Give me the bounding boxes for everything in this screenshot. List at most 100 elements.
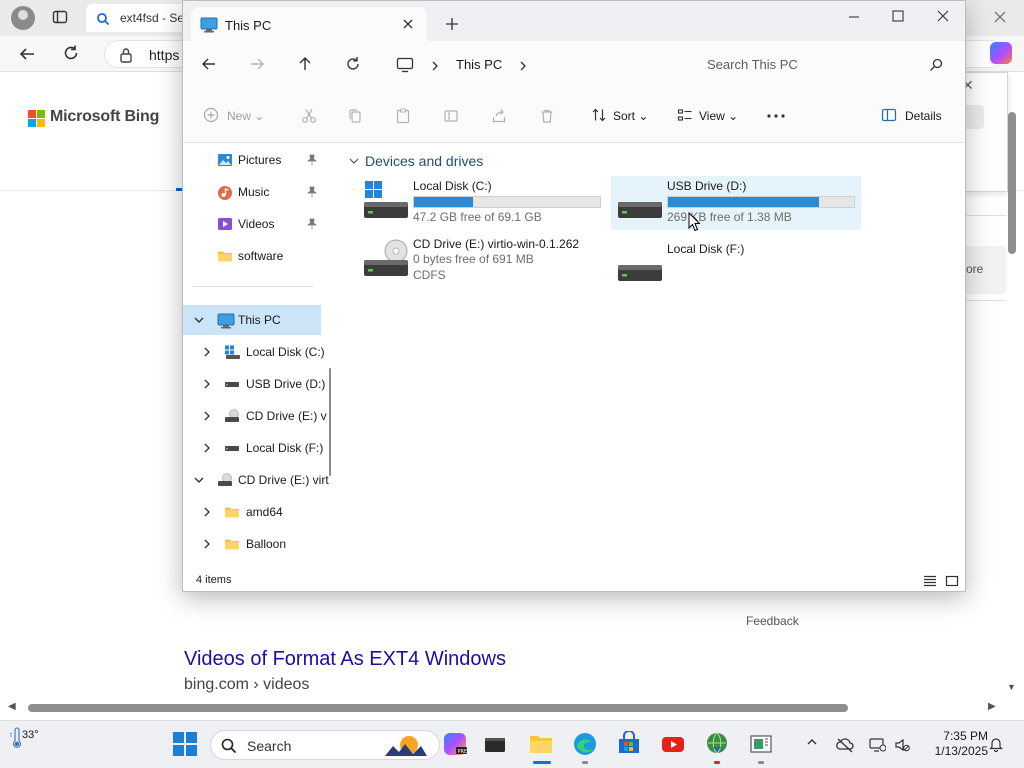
back-arrow-icon[interactable] xyxy=(201,56,217,72)
sidebar-item-local-disk-c[interactable]: Local Disk (C:) xyxy=(183,337,325,367)
pin-icon[interactable] xyxy=(307,186,317,198)
search-icon[interactable] xyxy=(929,58,943,72)
breadcrumb-item-this-pc[interactable]: This PC xyxy=(456,57,502,72)
pin-icon[interactable] xyxy=(307,154,317,166)
sidebar-item-amd64[interactable]: amd64 xyxy=(183,497,321,527)
navigation-pane-scrollbar[interactable] xyxy=(329,368,331,476)
forward-arrow-icon[interactable] xyxy=(249,56,265,72)
lock-icon[interactable] xyxy=(119,47,133,63)
browser-refresh-icon[interactable] xyxy=(62,44,80,62)
pin-icon[interactable] xyxy=(307,218,317,230)
chevron-right-icon[interactable] xyxy=(203,507,211,517)
chevron-down-icon[interactable] xyxy=(193,315,205,325)
sidebar-item-music[interactable]: Music xyxy=(183,177,321,207)
chevron-right-icon[interactable] xyxy=(203,347,211,357)
browser-tab[interactable]: ext4fsd - Se xyxy=(86,4,190,32)
browser-back-icon[interactable] xyxy=(18,45,36,63)
paste-icon[interactable] xyxy=(395,108,411,124)
new-tab-icon[interactable] xyxy=(445,17,459,31)
page-horizontal-scrollbar[interactable]: ◀ ▶ xyxy=(0,700,1005,716)
cloud-off-icon[interactable] xyxy=(836,737,854,753)
scroll-down-icon[interactable]: ▼ xyxy=(1007,682,1016,692)
bing-brand[interactable]: Microsoft Bing xyxy=(50,108,159,126)
page-vertical-scrollbar[interactable]: ▼ xyxy=(1005,72,1019,696)
result-title-link[interactable]: Videos of Format As EXT4 Windows xyxy=(184,648,506,671)
view-button[interactable]: View ⌄ xyxy=(677,107,738,123)
see-more-button[interactable]: ore xyxy=(966,246,1006,294)
copilot-icon[interactable] xyxy=(990,42,1012,64)
copilot-app-icon[interactable]: PRE xyxy=(442,731,470,759)
network-icon[interactable] xyxy=(868,737,886,753)
refresh-icon[interactable] xyxy=(345,56,361,72)
up-arrow-icon[interactable] xyxy=(297,56,313,72)
notification-bell-icon[interactable] xyxy=(988,736,1004,752)
chevron-down-icon[interactable] xyxy=(193,475,205,485)
edge-app-icon[interactable] xyxy=(572,731,600,759)
browser-close-icon[interactable] xyxy=(992,9,1008,25)
maximize-icon[interactable] xyxy=(891,9,905,23)
sidebar-item-local-disk-f[interactable]: Local Disk (F:) xyxy=(183,433,323,463)
sort-button[interactable]: Sort ⌄ xyxy=(591,107,648,123)
search-highlight-icon xyxy=(385,736,427,756)
sidebar-item-this-pc[interactable]: This PC xyxy=(183,305,321,335)
sidebar-item-usb-drive-d[interactable]: USB Drive (D:) xyxy=(183,369,325,399)
sidebar-item-balloon[interactable]: Balloon xyxy=(183,529,321,559)
new-button-label: New ⌄ xyxy=(227,109,265,123)
chevron-right-icon[interactable] xyxy=(203,539,211,549)
tiles-view-icon[interactable] xyxy=(945,575,959,587)
chevron-right-icon[interactable] xyxy=(203,379,211,389)
start-windows-icon[interactable] xyxy=(172,731,200,759)
details-button[interactable]: Details xyxy=(881,107,942,123)
vertical-scroll-thumb[interactable] xyxy=(1008,112,1016,254)
feedback-link[interactable]: Feedback xyxy=(746,614,799,628)
system-clock[interactable]: 7:35 PM 1/13/2025 xyxy=(922,729,988,759)
sidebar-item-videos[interactable]: Videos xyxy=(183,209,321,239)
sidebar-item-cd-drive-expanded[interactable]: CD Drive (E:) virt xyxy=(183,465,329,495)
explorer-tab[interactable]: This PC xyxy=(191,7,427,41)
scroll-left-icon[interactable]: ◀ xyxy=(8,701,16,712)
monitor-icon[interactable] xyxy=(396,57,414,73)
chevron-right-icon[interactable] xyxy=(203,411,211,421)
chevron-right-icon[interactable] xyxy=(203,443,211,453)
chevron-up-icon[interactable] xyxy=(806,737,818,747)
sort-icon xyxy=(592,108,606,122)
minimize-icon[interactable] xyxy=(847,10,861,24)
breadcrumb[interactable]: This PC xyxy=(395,53,685,79)
microsoft-store-icon[interactable] xyxy=(616,731,644,759)
search-input[interactable]: Search This PC xyxy=(691,51,955,79)
terminal-app-icon[interactable] xyxy=(482,731,510,759)
scroll-right-icon[interactable]: ▶ xyxy=(988,701,996,712)
drive-tile-d[interactable]: USB Drive (D:) 269 KB free of 1.38 MB xyxy=(611,176,861,230)
cut-icon[interactable] xyxy=(301,108,317,124)
content-pane[interactable]: Devices and drives Local Disk (C:) 47.2 … xyxy=(339,144,965,569)
file-explorer-app-icon[interactable] xyxy=(528,731,556,759)
copy-icon[interactable] xyxy=(347,108,363,124)
profile-avatar[interactable] xyxy=(11,6,35,30)
horizontal-scroll-thumb[interactable] xyxy=(28,704,848,712)
taskbar-search[interactable]: Search xyxy=(210,730,440,760)
rename-icon[interactable] xyxy=(443,108,459,124)
drive-tile-f[interactable]: Local Disk (F:) xyxy=(611,239,861,293)
details-view-icon[interactable] xyxy=(923,575,937,587)
navigation-pane[interactable]: Pictures Music Videos software This PC L… xyxy=(183,144,331,569)
new-button[interactable]: New ⌄ xyxy=(203,107,264,123)
tab-actions-icon[interactable] xyxy=(52,9,68,25)
volume-muted-icon[interactable] xyxy=(894,737,910,753)
sidebar-item-software[interactable]: software xyxy=(183,241,321,271)
sidebar-item-cd-drive-e[interactable]: CD Drive (E:) v xyxy=(183,401,327,431)
share-icon[interactable] xyxy=(491,108,507,124)
tab-close-icon[interactable] xyxy=(402,18,414,30)
status-bar: 4 items xyxy=(183,569,965,591)
sidebar-item-pictures[interactable]: Pictures xyxy=(183,145,321,175)
close-icon[interactable] xyxy=(936,9,950,23)
popup-chip[interactable] xyxy=(966,105,984,129)
youtube-app-icon[interactable] xyxy=(660,731,688,759)
download-manager-icon[interactable] xyxy=(704,731,732,759)
delete-icon[interactable] xyxy=(539,108,555,124)
chevron-right-icon[interactable] xyxy=(519,60,527,72)
drive-tile-c[interactable]: Local Disk (C:) 47.2 GB free of 69.1 GB xyxy=(357,176,607,230)
app-window-icon[interactable] xyxy=(748,731,776,759)
drive-tile-e[interactable]: CD Drive (E:) virtio-win-0.1.262 0 bytes… xyxy=(357,234,607,288)
more-options-icon[interactable] xyxy=(767,114,785,118)
chevron-right-icon[interactable] xyxy=(431,60,439,72)
